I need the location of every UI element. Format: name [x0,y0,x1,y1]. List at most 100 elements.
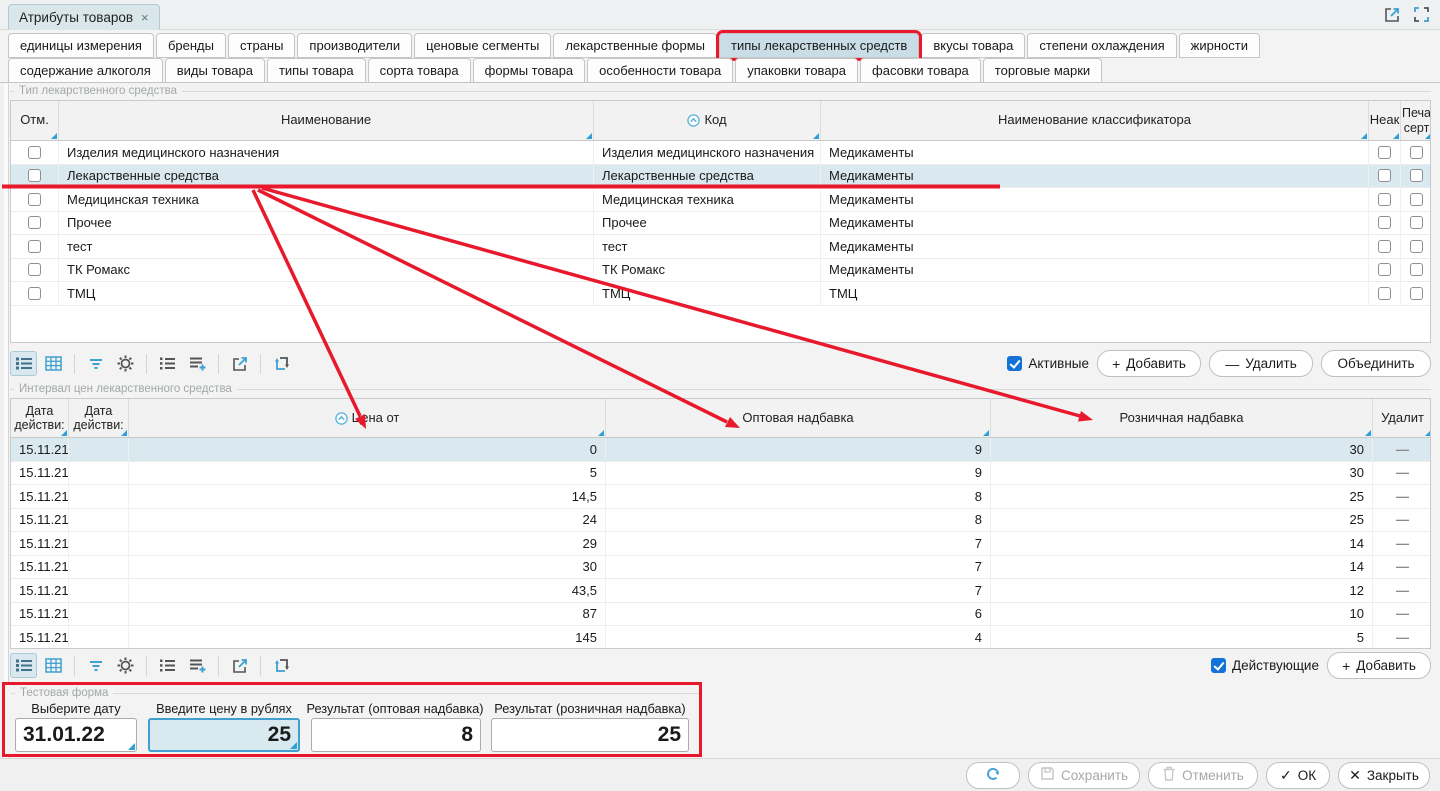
price-interval-row[interactable]: 15.11.2114,5825— [11,485,1430,509]
attr-tab[interactable]: страны [228,33,295,58]
doc-tab-attributes[interactable]: Атрибуты товаров × [8,4,160,30]
delete-row-icon[interactable]: — [1396,512,1409,527]
attr-tab[interactable]: вкусы товара [921,33,1025,58]
drug-type-row[interactable]: Медицинская техникаМедицинская техникаМе… [11,188,1430,212]
refresh-button[interactable] [966,762,1020,789]
row-print-checkbox[interactable] [1410,263,1423,276]
drug-type-row[interactable]: ПрочееПрочееМедикаменты [11,212,1430,236]
row-mark-checkbox[interactable] [28,240,41,253]
row-inactive-checkbox[interactable] [1378,193,1391,206]
col-header-print[interactable]: Печасерт [1401,101,1431,140]
row-mark-checkbox[interactable] [28,216,41,229]
drug-type-row[interactable]: тесттестМедикаменты [11,235,1430,259]
col-header-date-from[interactable]: Дата действи: [11,399,69,437]
attr-tab[interactable]: степени охлаждения [1027,33,1176,58]
price-interval-row[interactable]: 15.11.215930— [11,462,1430,486]
add-row-icon[interactable] [184,653,211,678]
drug-type-row[interactable]: ТК РомаксТК РомаксМедикаменты [11,259,1430,283]
col-header-date-to[interactable]: Дата действи: [69,399,129,437]
list-view-icon[interactable] [10,653,37,678]
attr-tab[interactable]: жирности [1179,33,1260,58]
cancel-button[interactable]: Отменить [1148,762,1258,789]
delete-row-icon[interactable]: — [1396,442,1409,457]
row-print-checkbox[interactable] [1410,169,1423,182]
drug-type-row[interactable]: ТМЦТМЦТМЦ [11,282,1430,306]
row-print-checkbox[interactable] [1410,146,1423,159]
active-checkbox[interactable] [1007,356,1022,371]
row-inactive-checkbox[interactable] [1378,287,1391,300]
active-filter[interactable]: Активные [1007,356,1089,371]
attr-tab[interactable]: торговые марки [983,58,1102,83]
attr-tab[interactable]: содержание алкоголя [8,58,163,83]
delete-row-icon[interactable]: — [1396,630,1409,645]
attr-tab[interactable]: виды товара [165,58,265,83]
row-print-checkbox[interactable] [1410,287,1423,300]
fullscreen-icon[interactable] [1413,6,1430,23]
drug-type-row[interactable]: Изделия медицинского назначенияИзделия м… [11,141,1430,165]
price-input[interactable]: 25 [148,718,300,752]
attr-tab[interactable]: единицы измерения [8,33,154,58]
current-filter[interactable]: Действующие [1211,658,1319,673]
delete-row-icon[interactable]: — [1396,583,1409,598]
delete-row-icon[interactable]: — [1396,536,1409,551]
row-inactive-checkbox[interactable] [1378,216,1391,229]
attr-tab[interactable]: ценовые сегменты [414,33,551,58]
export-icon[interactable] [226,653,253,678]
drug-type-row[interactable]: Лекарственные средстваЛекарственные сред… [11,165,1430,189]
delete-row-icon[interactable]: — [1396,465,1409,480]
delete-row-icon[interactable]: — [1396,489,1409,504]
add-row-icon[interactable] [184,351,211,376]
numbered-list-icon[interactable] [154,653,181,678]
grid-view-icon[interactable] [40,351,67,376]
col-header-delete[interactable]: Удалит [1373,399,1431,437]
col-header-wholesale[interactable]: Оптовая надбавка [606,399,991,437]
col-header-retail[interactable]: Розничная надбавка [991,399,1373,437]
row-print-checkbox[interactable] [1410,193,1423,206]
attr-tab[interactable]: упаковки товара [735,58,858,83]
attr-tab[interactable]: производители [297,33,412,58]
delete-row-icon[interactable]: — [1396,559,1409,574]
row-inactive-checkbox[interactable] [1378,146,1391,159]
list-view-icon[interactable] [10,351,37,376]
row-print-checkbox[interactable] [1410,216,1423,229]
current-checkbox[interactable] [1211,658,1226,673]
row-inactive-checkbox[interactable] [1378,263,1391,276]
delete-row-icon[interactable]: — [1396,606,1409,621]
attr-tab[interactable]: типы товара [267,58,366,83]
attr-tab[interactable]: особенности товара [587,58,733,83]
price-interval-row[interactable]: 15.11.2187610— [11,603,1430,627]
add-price-button[interactable]: + Добавить [1327,652,1431,679]
row-inactive-checkbox[interactable] [1378,169,1391,182]
export-icon[interactable] [226,351,253,376]
attr-tab[interactable]: формы товара [473,58,586,83]
price-interval-row[interactable]: 15.11.2124825— [11,509,1430,533]
attr-tab[interactable]: лекарственные формы [553,33,717,58]
col-header-name[interactable]: Наименование [59,101,594,140]
row-inactive-checkbox[interactable] [1378,240,1391,253]
row-mark-checkbox[interactable] [28,146,41,159]
price-interval-row[interactable]: 15.11.210930— [11,438,1430,462]
merge-button[interactable]: Объединить [1321,350,1431,377]
price-interval-row[interactable]: 15.11.2143,5712— [11,579,1430,603]
attr-tab[interactable]: фасовки товара [860,58,981,83]
price-interval-row[interactable]: 15.11.2129714— [11,532,1430,556]
attr-tab[interactable]: сорта товара [368,58,471,83]
settings-gear-icon[interactable] [112,351,139,376]
reload-icon[interactable] [268,351,295,376]
col-header-price-from[interactable]: Цена от [129,399,606,437]
col-header-inactive[interactable]: Неак [1369,101,1401,140]
reload-icon[interactable] [268,653,295,678]
row-print-checkbox[interactable] [1410,240,1423,253]
col-header-code[interactable]: Код [594,101,821,140]
numbered-list-icon[interactable] [154,351,181,376]
date-input[interactable]: 31.01.22 [15,718,137,752]
add-type-button[interactable]: + Добавить [1097,350,1201,377]
open-in-window-icon[interactable] [1384,6,1401,23]
col-header-mark[interactable]: Отм. [11,101,59,140]
attr-tab[interactable]: типы лекарственных средств [719,33,919,58]
filter-icon[interactable] [82,351,109,376]
grid-view-icon[interactable] [40,653,67,678]
settings-gear-icon[interactable] [112,653,139,678]
row-mark-checkbox[interactable] [28,193,41,206]
close-tab-icon[interactable]: × [141,10,149,25]
